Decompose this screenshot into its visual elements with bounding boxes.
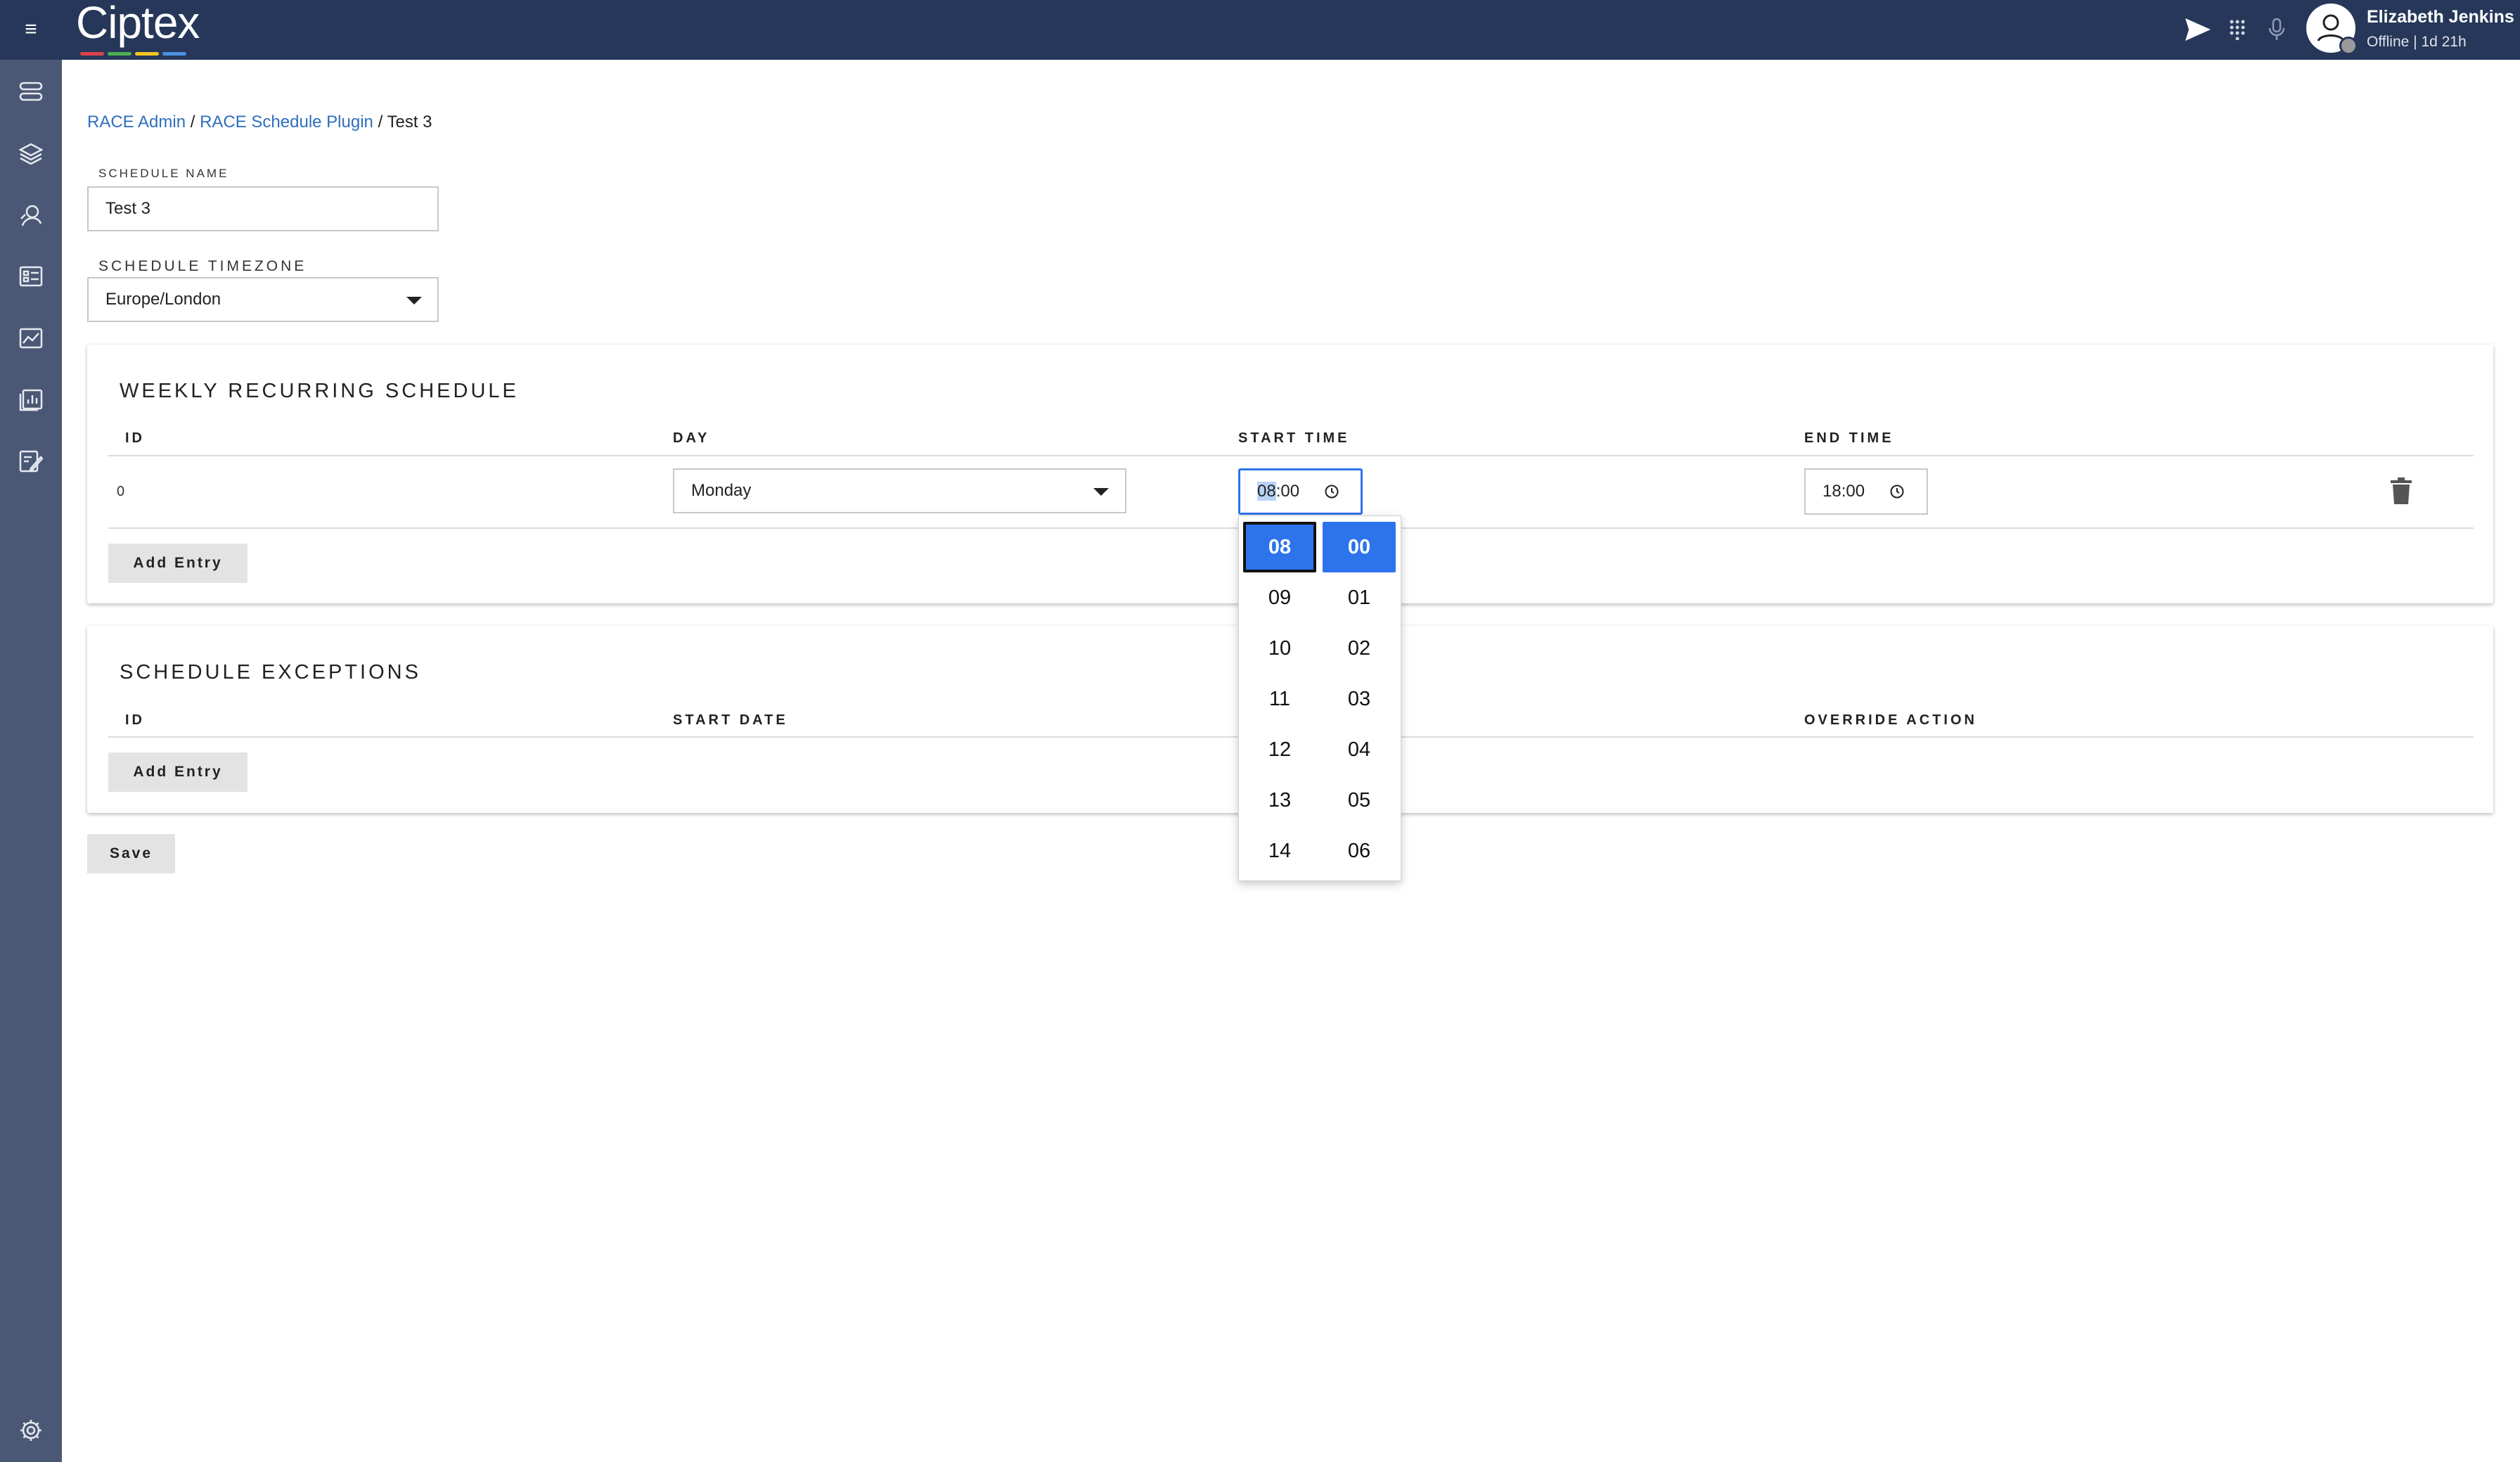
col-day: DAY [673,430,710,446]
start-time-minute: 00 [1280,482,1300,501]
schedule-name-label: SCHEDULE NAME [98,167,229,180]
add-weekly-entry-button[interactable]: Add Entry [108,544,248,583]
presence-indicator [2339,37,2358,55]
top-bar: ≡ Ciptex Elizabeth Jenkins Offline | 1d … [0,0,2520,60]
hour-option[interactable]: 11 [1243,674,1316,724]
sidebar [0,60,62,1462]
start-time-value: 08:00 [1257,482,1299,501]
agents-icon[interactable] [15,200,46,231]
logo-text: Ciptex [76,0,200,48]
col-id: ID [125,430,145,446]
breadcrumb-race-admin[interactable]: RACE Admin [87,113,186,132]
schedule-name-value: Test 3 [105,199,151,218]
chevron-down-icon [1093,488,1109,496]
breadcrumb-schedule-plugin[interactable]: RACE Schedule Plugin [200,113,373,132]
hour-option[interactable]: 14 [1243,826,1316,876]
header-divider [108,455,2474,456]
minute-option[interactable]: 04 [1323,724,1396,775]
logo[interactable]: Ciptex [76,0,200,56]
settings-icon[interactable] [15,1415,46,1446]
start-time-hour: 08 [1257,482,1276,501]
edit-report-icon[interactable] [15,446,46,477]
minute-option[interactable]: 01 [1323,572,1396,623]
day-select[interactable]: Monday [673,468,1126,513]
layers-icon[interactable] [15,138,46,169]
schedule-name-input[interactable]: Test 3 [87,186,439,231]
logo-stripes [80,46,193,56]
col-exception-id: ID [125,712,145,728]
time-picker-dropdown: 08 09 10 11 12 13 14 00 01 02 03 04 05 0… [1238,515,1401,881]
hour-option[interactable]: 13 [1243,775,1316,826]
microphone-icon[interactable] [2261,14,2292,45]
row-id: 0 [117,484,125,499]
minute-option[interactable]: 00 [1323,522,1396,572]
day-value: Monday [691,481,752,500]
hour-option[interactable]: 09 [1243,572,1316,623]
send-icon[interactable] [2182,14,2213,45]
end-time-input[interactable]: 18:00 [1804,468,1928,515]
user-status: Offline | 1d 21h [2367,34,2467,50]
save-button[interactable]: Save [87,834,175,873]
col-start-time: START TIME [1238,430,1350,446]
hour-option[interactable]: 10 [1243,623,1316,674]
weekly-schedule-title: WEEKLY RECURRING SCHEDULE [120,380,519,402]
minute-option[interactable]: 02 [1323,623,1396,674]
apps-grid-icon[interactable] [2222,14,2253,45]
timezone-value: Europe/London [105,290,221,309]
minute-option[interactable]: 06 [1323,826,1396,876]
breadcrumb-current: Test 3 [387,113,432,132]
schedule-exceptions-title: SCHEDULE EXCEPTIONS [120,661,421,684]
minute-option[interactable]: 05 [1323,775,1396,826]
minute-option[interactable]: 03 [1323,674,1396,724]
col-end-time: END TIME [1804,430,1894,446]
breadcrumb: RACE Admin / RACE Schedule Plugin / Test… [87,113,432,132]
reports-icon[interactable] [15,385,46,416]
dashboard-icon[interactable] [15,261,46,292]
add-exception-entry-button[interactable]: Add Entry [108,752,248,792]
trash-icon[interactable] [2389,477,2413,505]
chevron-down-icon [406,297,422,304]
queues-icon[interactable] [15,76,46,107]
start-time-input[interactable]: 08:00 [1238,468,1363,515]
breadcrumb-separator: / [378,113,383,132]
analytics-icon[interactable] [15,323,46,354]
breadcrumb-separator: / [190,113,195,132]
clock-icon[interactable] [1324,484,1339,499]
col-start-date: START DATE [673,712,788,728]
hour-option[interactable]: 08 [1243,522,1316,572]
menu-icon[interactable]: ≡ [18,15,44,44]
clock-icon[interactable] [1889,484,1905,499]
col-override-action: OVERRIDE ACTION [1804,712,1977,728]
end-time-value: 18:00 [1822,482,1865,501]
hour-option[interactable]: 12 [1243,724,1316,775]
timezone-select[interactable]: Europe/London [87,277,439,322]
user-name: Elizabeth Jenkins [2367,7,2514,27]
timezone-label: SCHEDULE TIMEZONE [98,258,307,274]
